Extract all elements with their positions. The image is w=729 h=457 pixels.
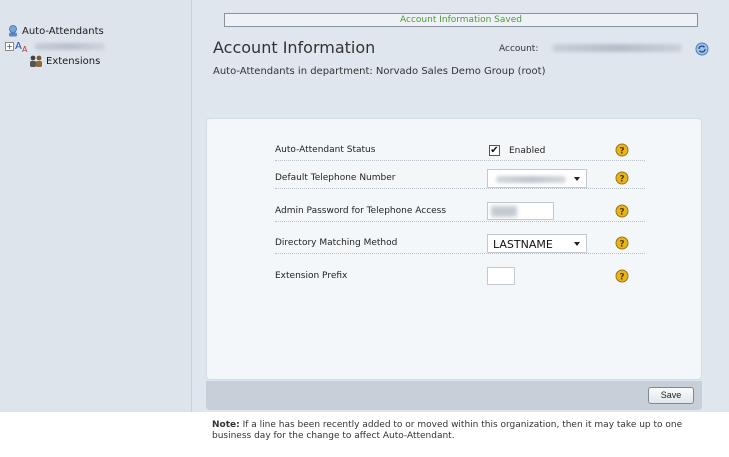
note-text: Note: If a line has been recently added … [212, 420, 724, 442]
sidebar: Auto-Attendants + A A Extensions [0, 0, 192, 412]
app-window: Auto-Attendants + A A Extensions Account… [0, 0, 729, 457]
tree-item-extensions[interactable]: Extensions [28, 54, 105, 68]
enabled-checkbox[interactable]: ✔ [489, 145, 500, 156]
department-subtitle: Auto-Attendants in department: Norvado S… [213, 66, 546, 77]
account-value-redacted [552, 44, 682, 52]
settings-panel: Auto-Attendant Status ✔ Enabled ? Defaul… [206, 118, 702, 380]
row-label: Extension Prefix [275, 271, 348, 281]
note-area: Note: If a line has been recently added … [0, 412, 729, 457]
admin-password-field[interactable] [487, 202, 554, 220]
tree-item-attendant[interactable]: + A A [5, 39, 105, 53]
question-circle-icon[interactable]: ? [615, 236, 629, 250]
directory-matching-select[interactable]: LASTNAME [487, 234, 587, 253]
default-telephone-select[interactable] [487, 169, 587, 188]
extension-prefix-field[interactable] [487, 267, 515, 285]
expand-icon[interactable]: + [5, 42, 14, 51]
attendant-name-redacted [35, 42, 105, 50]
attendant-icon [9, 25, 17, 37]
svg-text:?: ? [619, 273, 624, 283]
save-button[interactable]: Save [648, 387, 694, 404]
row-directory-matching: Directory Matching Method LASTNAME ? [275, 234, 645, 254]
row-label: Default Telephone Number [275, 173, 396, 183]
question-circle-icon[interactable]: ? [615, 171, 629, 185]
tree-item-label: Auto-Attendants [22, 25, 104, 37]
row-extension-prefix: Extension Prefix ? [275, 267, 645, 287]
tree-item-auto-attendants[interactable]: Auto-Attendants [6, 24, 105, 38]
row-default-telephone: Default Telephone Number ? [275, 169, 645, 189]
svg-text:A: A [15, 41, 22, 52]
svg-text:?: ? [619, 147, 624, 157]
question-circle-icon[interactable]: ? [615, 204, 629, 218]
question-circle-icon[interactable]: ? [615, 143, 629, 157]
people-icon [30, 55, 42, 67]
row-label: Admin Password for Telephone Access [275, 206, 447, 216]
row-label: Auto-Attendant Status [275, 145, 376, 155]
select-value: LASTNAME [493, 238, 553, 251]
row-label: Directory Matching Method [275, 238, 398, 248]
status-banner: Account Information Saved [224, 13, 698, 27]
row-auto-attendant-status: Auto-Attendant Status ✔ Enabled ? [275, 141, 645, 161]
chevron-down-icon [574, 177, 580, 181]
attendant-letters-icon: A A [15, 41, 28, 53]
account-label: Account: [499, 44, 539, 54]
page-title: Account Information [213, 38, 376, 57]
tree: Auto-Attendants + A A Extensions [5, 24, 105, 68]
tree-item-label: Extensions [46, 55, 101, 67]
note-body: If a line has been recently added to or … [212, 420, 683, 441]
svg-text:A: A [22, 45, 28, 53]
svg-text:?: ? [619, 175, 624, 185]
refresh-icon[interactable] [695, 42, 709, 56]
svg-text:?: ? [619, 240, 624, 250]
note-prefix: Note: [212, 420, 240, 430]
password-redacted [491, 206, 517, 217]
telephone-value-redacted [496, 176, 566, 183]
enabled-label: Enabled [509, 146, 546, 156]
row-admin-password: Admin Password for Telephone Access ? [275, 202, 645, 222]
chevron-down-icon [574, 242, 580, 246]
main-content: Account Information Saved Account Inform… [192, 0, 729, 412]
form-footer: Save [206, 381, 702, 410]
svg-text:?: ? [619, 208, 624, 218]
question-circle-icon[interactable]: ? [615, 269, 629, 283]
